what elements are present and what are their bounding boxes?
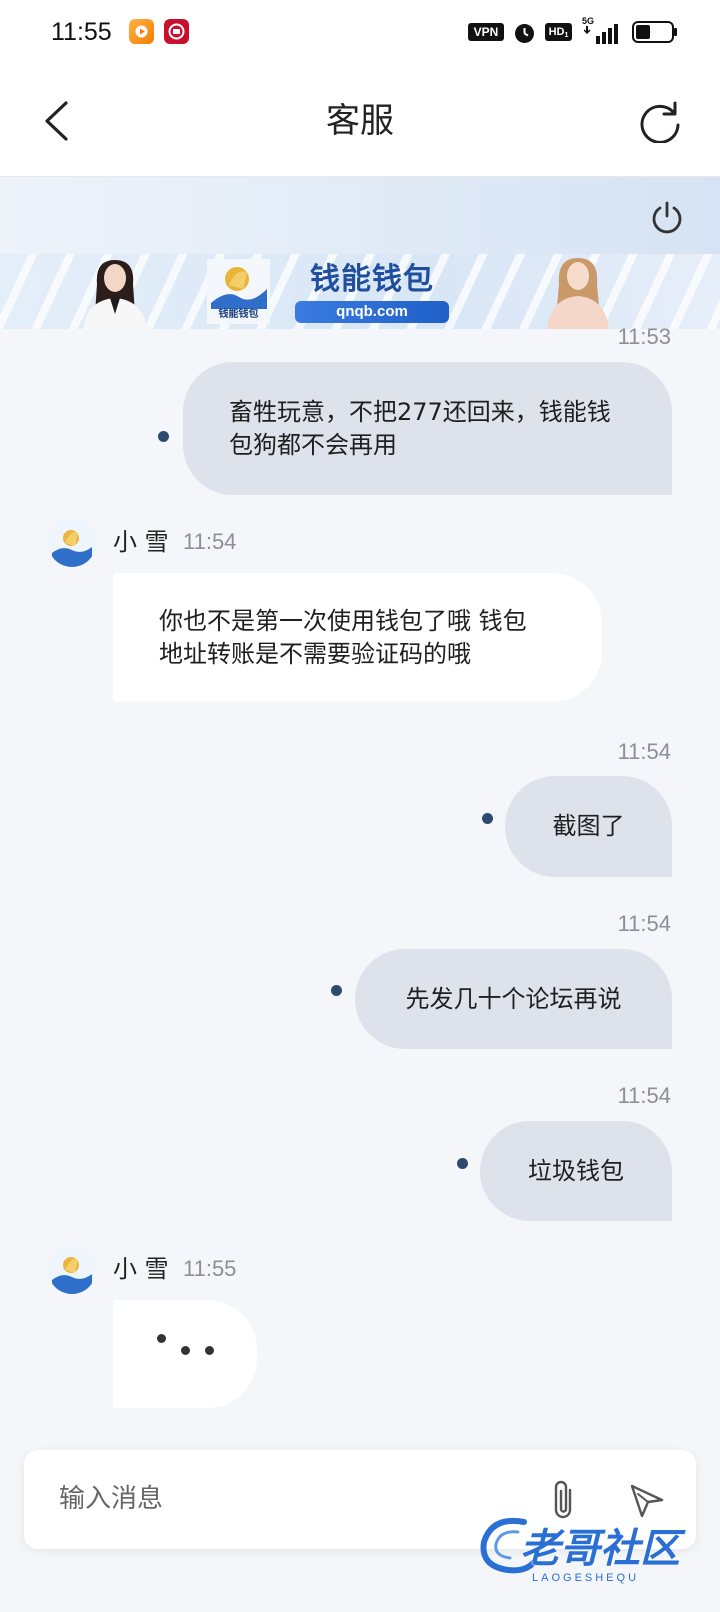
message-timestamp: 11:55 <box>183 1256 237 1281</box>
message-input[interactable] <box>59 1478 499 1520</box>
outgoing-message-bubble[interactable]: 先发几十个论坛再说 <box>355 949 672 1049</box>
message-text-line: 垃圾钱包 <box>528 1156 624 1185</box>
read-status-dot <box>482 813 493 824</box>
page-title: 客服 <box>326 101 394 141</box>
red-app-icon <box>164 19 189 44</box>
agent-avatar[interactable] <box>48 1246 96 1294</box>
wallet-logo-icon <box>48 1246 96 1294</box>
agent-avatar[interactable] <box>48 519 96 567</box>
message-text-line: 先发几十个论坛再说 <box>405 984 622 1013</box>
hd-badge: HD1 <box>545 23 572 41</box>
sender-name: 小 雪 <box>113 528 169 556</box>
message-text-line: 地址转账是不需要验证码的哦 <box>159 640 471 668</box>
attach-button[interactable] <box>548 1478 580 1522</box>
message-text-line: 包狗都不会再用 <box>229 431 397 459</box>
message-text-line: 畜牲玩意，不把277还回来，钱能钱 <box>229 398 611 426</box>
refresh-icon <box>640 101 680 144</box>
message-timestamp: 11:53 <box>617 324 671 349</box>
typing-dot <box>181 1346 190 1355</box>
message-text-line: 你也不是第一次使用钱包了哦 钱包 <box>159 607 527 635</box>
typing-dot <box>205 1346 214 1355</box>
refresh-button[interactable] <box>638 99 682 144</box>
sender-name: 小 雪 <box>113 1255 169 1283</box>
toolbar-strip <box>0 177 720 254</box>
message-timestamp: 11:54 <box>617 911 671 936</box>
banner-model-right-image <box>543 254 613 329</box>
send-icon <box>630 1484 664 1518</box>
watermark-text: 老哥社区 <box>520 1526 680 1572</box>
outgoing-message-bubble[interactable]: 垃圾钱包 <box>480 1121 672 1221</box>
outgoing-message-bubble[interactable]: 畜牲玩意，不把277还回来，钱能钱 包狗都不会再用 <box>183 362 672 495</box>
battery-icon <box>632 21 678 43</box>
vpn-badge: VPN <box>468 23 504 41</box>
message-timestamp: 11:54 <box>617 739 671 764</box>
power-icon <box>652 201 682 234</box>
banner-logo-caption: 钱能钱包 <box>218 309 259 320</box>
paperclip-icon <box>554 1480 572 1519</box>
read-status-dot <box>457 1158 468 1169</box>
send-button[interactable] <box>626 1480 668 1522</box>
alarm-icon <box>513 21 536 44</box>
wallet-logo-icon <box>48 519 96 567</box>
banner-model-left-image <box>77 254 152 329</box>
incoming-message-bubble[interactable]: 你也不是第一次使用钱包了哦 钱包 地址转账是不需要验证码的哦 <box>113 573 602 702</box>
hd-sub-label: 1 <box>564 32 569 39</box>
signal-icon <box>583 24 620 44</box>
read-status-dot <box>158 431 169 442</box>
typing-dots-icon <box>150 1330 220 1360</box>
message-timestamp: 11:54 <box>617 1083 671 1108</box>
read-status-dot <box>331 985 342 996</box>
message-text-line: 截图了 <box>552 812 625 840</box>
watermark-subtext: LAOGESHEQU <box>532 1572 640 1584</box>
status-time: 11:55 <box>51 18 112 46</box>
video-app-icon <box>129 19 154 44</box>
banner-url: qnqb.com <box>295 301 449 323</box>
outgoing-message-bubble[interactable]: 截图了 <box>505 776 672 877</box>
banner-brand: 钱能钱包 <box>310 262 434 297</box>
power-button[interactable] <box>650 200 684 234</box>
typing-dot <box>157 1334 166 1343</box>
message-timestamp: 11:54 <box>183 529 237 554</box>
hd-label: HD <box>548 26 565 38</box>
